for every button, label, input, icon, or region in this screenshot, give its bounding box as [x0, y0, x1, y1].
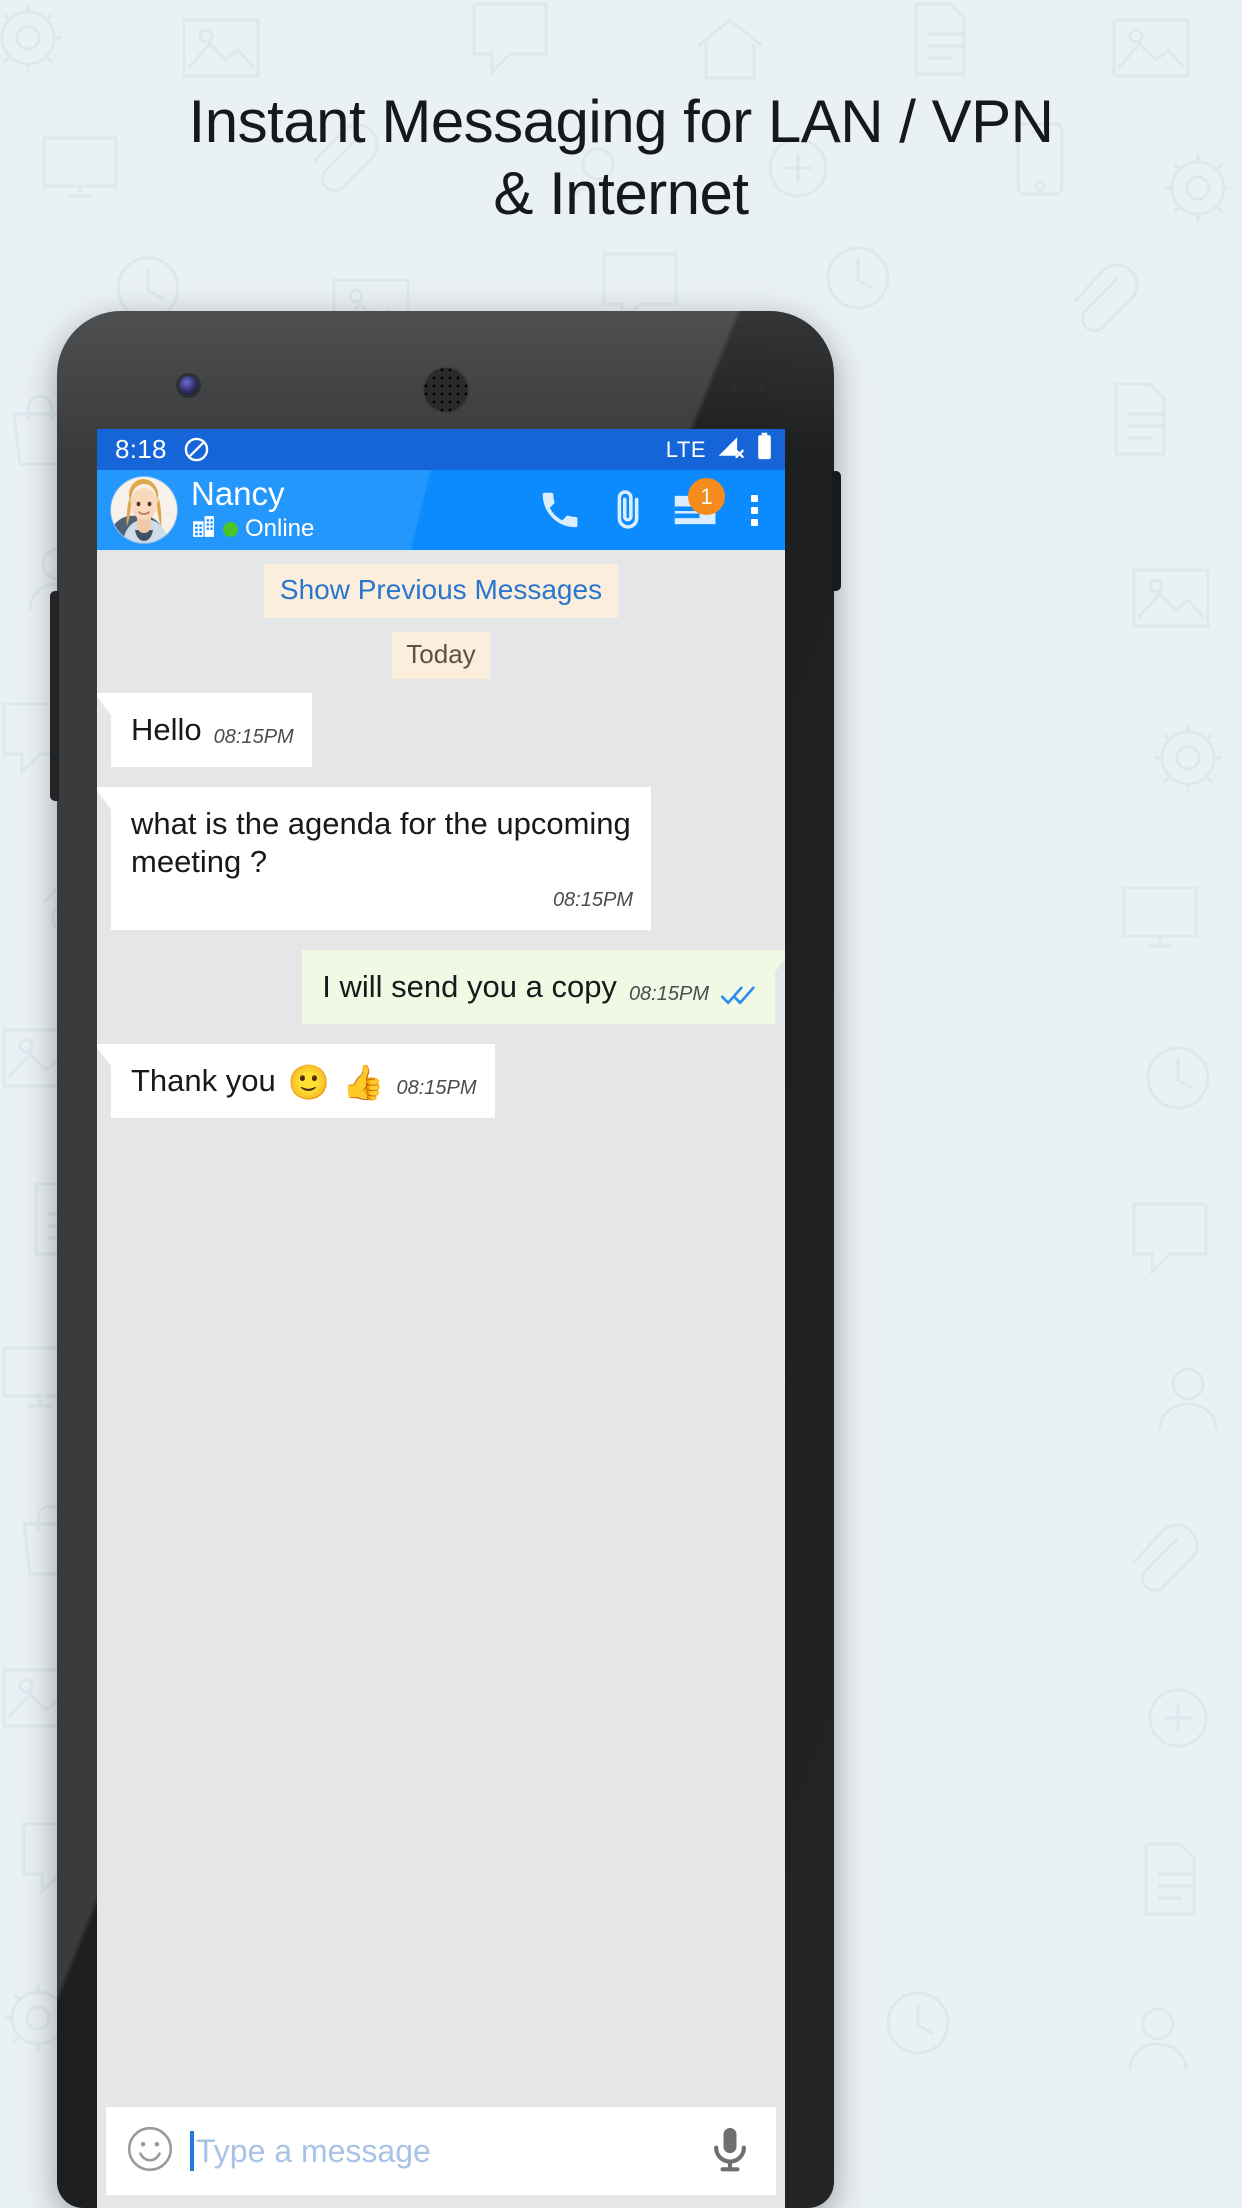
- signal-no-service-icon: [716, 433, 746, 467]
- page-title-line-2: & Internet: [493, 160, 749, 227]
- message-time: 08:15PM: [213, 726, 294, 748]
- message-composer[interactable]: Type a message: [106, 2107, 776, 2195]
- status-bar: 8:18 LTE: [97, 429, 785, 470]
- emoji-thumbs-up: 👍: [342, 1064, 385, 1102]
- contact-info[interactable]: Nancy Online: [191, 476, 314, 544]
- overflow-dot: [750, 518, 758, 526]
- phone-screen: 8:18 LTE Nancy Online 1 Show Previous Me…: [97, 429, 785, 2208]
- battery-full-icon: [756, 432, 773, 467]
- building-icon: [191, 514, 216, 544]
- contact-name: Nancy: [191, 475, 285, 512]
- overflow-dot: [750, 506, 758, 514]
- status-bar-time: 8:18: [115, 434, 167, 464]
- presence-label: Online: [245, 515, 315, 542]
- microphone-icon[interactable]: [704, 2123, 756, 2180]
- status-bar-indicators: LTE: [666, 432, 773, 467]
- phone-mockup: 8:18 LTE Nancy Online 1 Show Previous Me…: [50, 311, 841, 2208]
- day-divider: Today: [392, 632, 490, 679]
- overflow-dot: [750, 494, 758, 502]
- volume-button[interactable]: [50, 591, 59, 801]
- do-not-disturb-icon: [183, 436, 210, 463]
- message-time: 08:15PM: [396, 1077, 477, 1099]
- overflow-menu-button[interactable]: [733, 479, 775, 541]
- emoji-smiley-icon[interactable]: [124, 2123, 176, 2180]
- message-row: Thank you 🙂 👍 08:15PM: [97, 1044, 785, 1118]
- message-bubble-incoming[interactable]: what is the agenda for the upcoming meet…: [97, 787, 651, 930]
- message-time: 08:15PM: [628, 983, 709, 1005]
- message-row: what is the agenda for the upcoming meet…: [97, 787, 785, 930]
- cards-button[interactable]: 1: [665, 478, 727, 541]
- message-row: I will send you a copy 08:15PM: [97, 950, 785, 1024]
- proximity-sensor-icon: [729, 384, 738, 393]
- power-button[interactable]: [832, 471, 841, 591]
- attach-button[interactable]: [597, 479, 659, 541]
- message-bubble-incoming[interactable]: Thank you 🙂 👍 08:15PM: [97, 1044, 495, 1118]
- front-camera-icon: [179, 376, 198, 395]
- page-title: Instant Messaging for LAN / VPN & Intern…: [0, 86, 1242, 230]
- text-cursor: [190, 2131, 194, 2171]
- presence-dot: [223, 521, 238, 537]
- message-row: Hello 08:15PM: [97, 693, 785, 767]
- message-time: 08:15PM: [552, 889, 633, 911]
- light-sensor-icon: [759, 384, 766, 391]
- emoji-smiley: 🙂: [287, 1064, 331, 1102]
- show-previous-messages-button[interactable]: Show Previous Messages: [263, 564, 619, 618]
- show-previous-row: Show Previous Messages: [97, 564, 785, 632]
- chat-thread[interactable]: Show Previous Messages Today Hello 08:15…: [97, 550, 785, 2096]
- message-bubble-incoming[interactable]: Hello 08:15PM: [97, 693, 312, 767]
- chat-app-bar: Nancy Online 1: [97, 470, 785, 550]
- message-text: what is the agenda for the upcoming meet…: [131, 806, 631, 879]
- message-text: I will send you a copy: [322, 969, 617, 1004]
- composer-container: Type a message: [97, 2098, 785, 2208]
- message-text: Hello: [131, 712, 202, 747]
- message-text: Thank you: [131, 1063, 276, 1098]
- double-check-icon: [721, 984, 757, 1006]
- app-bar-actions: 1: [529, 478, 775, 541]
- message-input[interactable]: Type a message: [196, 2133, 431, 2170]
- earpiece-speaker-icon: [421, 366, 470, 414]
- avatar[interactable]: [111, 477, 177, 543]
- contact-presence: Online: [191, 514, 314, 544]
- message-bubble-outgoing[interactable]: I will send you a copy 08:15PM: [302, 950, 785, 1024]
- call-button[interactable]: [529, 479, 591, 541]
- cards-badge: 1: [688, 478, 725, 515]
- page-title-line-1: Instant Messaging for LAN / VPN: [188, 88, 1054, 155]
- network-type-label: LTE: [665, 436, 706, 462]
- day-divider-row: Today: [97, 632, 785, 693]
